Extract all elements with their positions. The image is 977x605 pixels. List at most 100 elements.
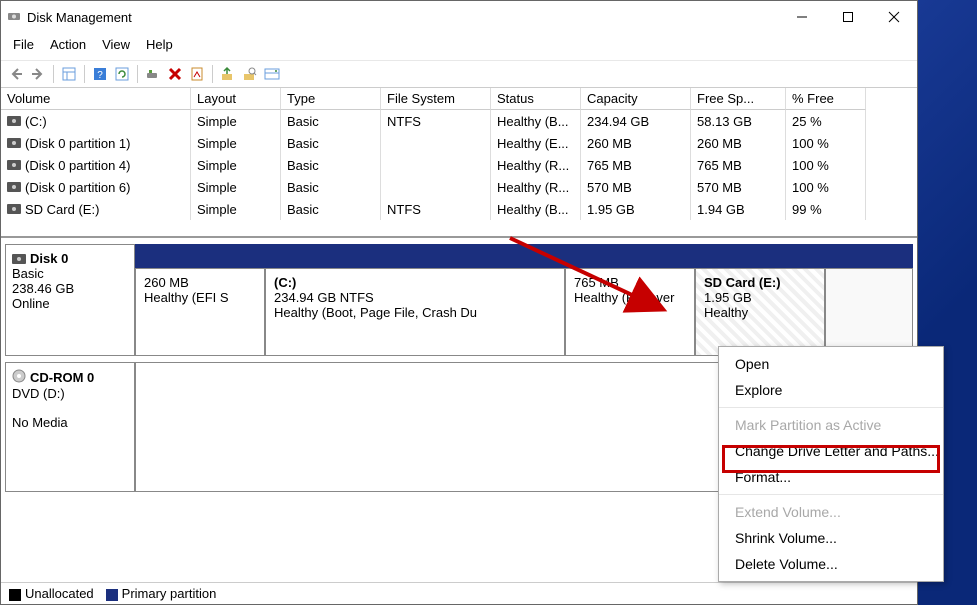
svg-text:?: ? (97, 70, 103, 81)
cm-extend: Extend Volume... (719, 499, 943, 525)
cm-separator (719, 494, 943, 495)
column-status[interactable]: Status (491, 88, 581, 110)
partition-size: 260 MB (144, 275, 256, 290)
volume-name: (Disk 0 partition 1) (25, 136, 130, 151)
toolbar-separator (84, 65, 85, 83)
cm-open[interactable]: Open (719, 351, 943, 377)
volume-list-body: (C:) Simple Basic NTFS Healthy (B... 234… (1, 110, 917, 236)
action3-icon[interactable] (263, 65, 281, 83)
title-bar: Disk Management (1, 1, 917, 33)
volume-name: SD Card (E:) (25, 202, 99, 217)
disk-type: Basic (12, 266, 128, 281)
disk-type: DVD (D:) (12, 386, 128, 401)
partition-size: 765 MB (574, 275, 686, 290)
action1-icon[interactable] (219, 65, 237, 83)
cm-change-letter[interactable]: Change Drive Letter and Paths... (719, 438, 943, 464)
cm-separator (719, 407, 943, 408)
disk-row: Disk 0 Basic 238.46 GB Online 260 MB Hea… (5, 244, 913, 356)
app-icon (7, 10, 21, 24)
menu-action[interactable]: Action (44, 35, 92, 54)
delete-icon[interactable] (166, 65, 184, 83)
legend-primary: Primary partition (106, 586, 217, 601)
close-button[interactable] (871, 1, 917, 33)
context-menu: Open Explore Mark Partition as Active Ch… (718, 346, 944, 582)
disk-partitions: 260 MB Healthy (EFI S (C:) 234.94 GB NTF… (135, 244, 913, 356)
title-bar-left: Disk Management (7, 10, 132, 25)
column-pct[interactable]: % Free (786, 88, 866, 110)
partition-status: Healthy (Boot, Page File, Crash Du (274, 305, 556, 320)
volume-row[interactable]: (C:) Simple Basic NTFS Healthy (B... 234… (1, 110, 917, 132)
disk-info[interactable]: CD-ROM 0 DVD (D:) No Media (5, 362, 135, 492)
column-free[interactable]: Free Sp... (691, 88, 786, 110)
volume-name: (Disk 0 partition 4) (25, 158, 130, 173)
column-layout[interactable]: Layout (191, 88, 281, 110)
show-hide-icon[interactable] (60, 65, 78, 83)
column-type[interactable]: Type (281, 88, 381, 110)
volume-row[interactable]: (Disk 0 partition 1) Simple Basic Health… (1, 132, 917, 154)
disk-size: 238.46 GB (12, 281, 128, 296)
cm-delete[interactable]: Delete Volume... (719, 551, 943, 577)
partition-block[interactable]: 765 MB Healthy (Recover (565, 268, 695, 356)
help-icon[interactable]: ? (91, 65, 109, 83)
titlebar-buttons (779, 1, 917, 33)
swatch-blue (106, 589, 118, 601)
column-volume[interactable]: Volume (1, 88, 191, 110)
forward-icon[interactable] (29, 65, 47, 83)
legend: Unallocated Primary partition (1, 582, 917, 604)
column-capacity[interactable]: Capacity (581, 88, 691, 110)
disk-status: No Media (12, 415, 128, 430)
volume-row[interactable]: (Disk 0 partition 4) Simple Basic Health… (1, 154, 917, 176)
disk-info[interactable]: Disk 0 Basic 238.46 GB Online (5, 244, 135, 356)
menu-help[interactable]: Help (140, 35, 179, 54)
cm-shrink[interactable]: Shrink Volume... (719, 525, 943, 551)
volume-list: Volume Layout Type File System Status Ca… (1, 88, 917, 238)
swatch-black (9, 589, 21, 601)
maximize-button[interactable] (825, 1, 871, 33)
column-filesystem[interactable]: File System (381, 88, 491, 110)
cm-format[interactable]: Format... (719, 464, 943, 490)
action2-icon[interactable] (241, 65, 259, 83)
menu-file[interactable]: File (7, 35, 40, 54)
partition-status: Healthy (704, 305, 816, 320)
partition-status: Healthy (Recover (574, 290, 686, 305)
drive-icon (7, 204, 21, 214)
menu-view[interactable]: View (96, 35, 136, 54)
partition-title: (C:) (274, 275, 556, 290)
drive-icon (7, 116, 21, 126)
legend-unallocated: Unallocated (9, 586, 94, 601)
volume-name: (Disk 0 partition 6) (25, 180, 130, 195)
toolbar: ? (1, 60, 917, 88)
disk-stripe (135, 244, 913, 268)
back-icon[interactable] (7, 65, 25, 83)
minimize-button[interactable] (779, 1, 825, 33)
partition-block[interactable] (825, 268, 913, 356)
partition-block-selected[interactable]: SD Card (E:) 1.95 GB Healthy (695, 268, 825, 356)
partition-size: 234.94 GB NTFS (274, 290, 556, 305)
partition-block[interactable]: (C:) 234.94 GB NTFS Healthy (Boot, Page … (265, 268, 565, 356)
refresh-icon[interactable] (113, 65, 131, 83)
partition-size: 1.95 GB (704, 290, 816, 305)
volume-row[interactable]: (Disk 0 partition 6) Simple Basic Health… (1, 176, 917, 198)
partition-block[interactable]: 260 MB Healthy (EFI S (135, 268, 265, 356)
toolbar-separator (137, 65, 138, 83)
cm-explore[interactable]: Explore (719, 377, 943, 403)
toolbar-separator (212, 65, 213, 83)
optical-icon (12, 369, 26, 386)
menu-bar: File Action View Help (1, 33, 917, 60)
disk-status: Online (12, 296, 128, 311)
disk-icon (12, 254, 26, 264)
partition-status: Healthy (EFI S (144, 290, 256, 305)
volume-name: (C:) (25, 114, 47, 129)
volume-row[interactable]: SD Card (E:) Simple Basic NTFS Healthy (… (1, 198, 917, 220)
cm-mark-active: Mark Partition as Active (719, 412, 943, 438)
drive-icon (7, 138, 21, 148)
disk-title: Disk 0 (30, 251, 68, 266)
properties-icon[interactable] (188, 65, 206, 83)
window-title: Disk Management (27, 10, 132, 25)
drive-icon (7, 160, 21, 170)
volume-list-header: Volume Layout Type File System Status Ca… (1, 88, 917, 110)
partition-title: SD Card (E:) (704, 275, 816, 290)
settings-icon[interactable] (144, 65, 162, 83)
drive-icon (7, 182, 21, 192)
disk-title: CD-ROM 0 (30, 370, 94, 385)
